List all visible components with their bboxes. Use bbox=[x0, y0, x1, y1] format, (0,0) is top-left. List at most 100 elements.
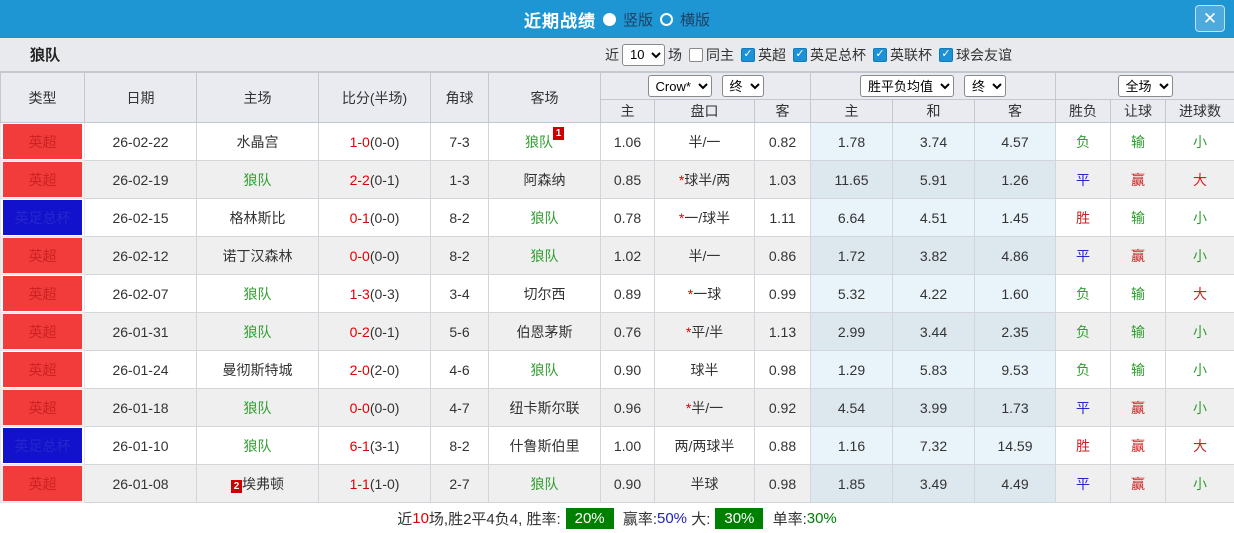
away-team-name: 切尔西 bbox=[524, 286, 566, 302]
away-team-cell: 伯恩茅斯 bbox=[489, 313, 601, 351]
goals-result-cell: 大 bbox=[1166, 427, 1234, 465]
halftime-score: (0-0) bbox=[370, 134, 400, 150]
handicap-line: 平/半 bbox=[691, 324, 723, 340]
avg-draw-odds-cell: 7.32 bbox=[893, 427, 975, 465]
checkbox-league-cup-label[interactable]: 英联杯 bbox=[890, 45, 932, 65]
result-cell: 负 bbox=[1056, 123, 1111, 161]
away-team-name: 阿森纳 bbox=[524, 172, 566, 188]
bookmaker-select[interactable]: Crow* bbox=[648, 75, 712, 97]
handicap-line: 球半/两 bbox=[684, 172, 730, 188]
recent-count-select[interactable]: 10 bbox=[622, 44, 665, 66]
score-cell: 0-0(0-0) bbox=[319, 389, 431, 427]
league-badge: 英超 bbox=[3, 390, 82, 425]
checkbox-friendly[interactable]: ✓ bbox=[939, 48, 953, 62]
radio-horizontal-view[interactable] bbox=[660, 13, 673, 26]
avg-draw-odds-cell: 5.91 bbox=[893, 161, 975, 199]
table-row: 英超 26-02-19 狼队 2-2(0-1) 1-3 阿森纳 0.85 *球半… bbox=[1, 161, 1234, 199]
handicap-result-cell: 赢 bbox=[1111, 389, 1166, 427]
checkbox-epl[interactable]: ✓ bbox=[741, 48, 755, 62]
corners-cell: 7-3 bbox=[431, 123, 489, 161]
subheader-result: 胜负 bbox=[1056, 100, 1111, 123]
league-type-cell: 英超 bbox=[1, 123, 85, 161]
subheader-handicap-home: 主 bbox=[601, 100, 655, 123]
league-badge: 英超 bbox=[3, 124, 82, 159]
avg-draw-odds-cell: 3.99 bbox=[893, 389, 975, 427]
checkbox-fa-cup-label[interactable]: 英足总杯 bbox=[810, 45, 866, 65]
table-row: 英足总杯 26-02-15 格林斯比 0-1(0-0) 8-2 狼队 0.78 … bbox=[1, 199, 1234, 237]
handicap-result-cell: 赢 bbox=[1111, 465, 1166, 503]
header-date: 日期 bbox=[85, 73, 197, 123]
avg-home-odds-cell: 1.72 bbox=[811, 237, 893, 275]
handicap-group-header: Crow* 终 bbox=[601, 73, 811, 100]
home-team-cell: 诺丁汉森林 bbox=[197, 237, 319, 275]
table-row: 英超 26-01-18 狼队 0-0(0-0) 4-7 纽卡斯尔联 0.96 *… bbox=[1, 389, 1234, 427]
header-corners: 角球 bbox=[431, 73, 489, 123]
away-odds-cell: 1.11 bbox=[755, 199, 811, 237]
result-cell: 负 bbox=[1056, 351, 1111, 389]
date-cell: 26-01-24 bbox=[85, 351, 197, 389]
league-badge: 英超 bbox=[3, 352, 82, 387]
handicap-result-cell: 输 bbox=[1111, 199, 1166, 237]
handicap-result-cell: 输 bbox=[1111, 351, 1166, 389]
close-button[interactable]: ✕ bbox=[1195, 5, 1225, 32]
checkbox-same-home[interactable]: ✓ bbox=[689, 48, 703, 62]
away-team-cell: 狼队 bbox=[489, 465, 601, 503]
radio-vertical-view[interactable] bbox=[603, 13, 616, 26]
handicap-time-select[interactable]: 终 bbox=[722, 75, 764, 97]
handicap-line: 半/一 bbox=[691, 400, 723, 416]
home-odds-cell: 0.78 bbox=[601, 199, 655, 237]
table-row: 英足总杯 26-01-10 狼队 6-1(3-1) 8-2 什鲁斯伯里 1.00… bbox=[1, 427, 1234, 465]
avg-home-odds-cell: 11.65 bbox=[811, 161, 893, 199]
home-team-name: 狼队 bbox=[244, 172, 272, 188]
checkbox-friendly-label[interactable]: 球会友谊 bbox=[956, 45, 1012, 65]
checkbox-epl-label[interactable]: 英超 bbox=[758, 45, 786, 65]
checkbox-same-home-label[interactable]: 同主 bbox=[706, 45, 734, 65]
result-cell: 平 bbox=[1056, 161, 1111, 199]
avg-draw-odds-cell: 4.22 bbox=[893, 275, 975, 313]
horizontal-view-label[interactable]: 横版 bbox=[680, 9, 710, 30]
date-cell: 26-02-12 bbox=[85, 237, 197, 275]
handicap-line: 半球 bbox=[691, 476, 719, 492]
away-team-name: 狼队 bbox=[531, 210, 559, 226]
fulltime-score: 2-2 bbox=[350, 172, 370, 188]
recent-prefix-label: 近 bbox=[605, 45, 619, 65]
avg-odds-select[interactable]: 胜平负均值 bbox=[860, 75, 954, 97]
corners-cell: 1-3 bbox=[431, 161, 489, 199]
away-team-name: 狼队 bbox=[531, 362, 559, 378]
check-icon: ✓ bbox=[743, 49, 752, 60]
league-type-cell: 英超 bbox=[1, 389, 85, 427]
home-team-cell: 2埃弗顿 bbox=[197, 465, 319, 503]
league-badge: 英足总杯 bbox=[3, 200, 82, 235]
subheader-handicap-result: 让球 bbox=[1111, 100, 1166, 123]
avg-away-odds-cell: 1.60 bbox=[975, 275, 1056, 313]
home-team-name: 狼队 bbox=[244, 438, 272, 454]
avg-draw-odds-cell: 3.74 bbox=[893, 123, 975, 161]
handicap-result-cell: 输 bbox=[1111, 123, 1166, 161]
score-cell: 0-1(0-0) bbox=[319, 199, 431, 237]
home-odds-cell: 0.90 bbox=[601, 351, 655, 389]
date-cell: 26-02-19 bbox=[85, 161, 197, 199]
result-cell: 平 bbox=[1056, 465, 1111, 503]
handicap-cell: 半球 bbox=[655, 465, 755, 503]
avg-time-select[interactable]: 终 bbox=[964, 75, 1006, 97]
result-cell: 负 bbox=[1056, 313, 1111, 351]
handicap-cell: *球半/两 bbox=[655, 161, 755, 199]
period-select[interactable]: 全场 bbox=[1118, 75, 1173, 97]
home-odds-cell: 1.02 bbox=[601, 237, 655, 275]
away-team-cell: 狼队 bbox=[489, 351, 601, 389]
checkbox-league-cup[interactable]: ✓ bbox=[873, 48, 887, 62]
away-team-cell: 纽卡斯尔联 bbox=[489, 389, 601, 427]
corners-cell: 8-2 bbox=[431, 237, 489, 275]
home-team-name: 埃弗顿 bbox=[242, 476, 284, 492]
handicap-cell: 球半 bbox=[655, 351, 755, 389]
checkbox-fa-cup[interactable]: ✓ bbox=[793, 48, 807, 62]
avg-draw-odds-cell: 3.44 bbox=[893, 313, 975, 351]
avg-away-odds-cell: 4.57 bbox=[975, 123, 1056, 161]
fulltime-score: 0-0 bbox=[350, 400, 370, 416]
avg-home-odds-cell: 6.64 bbox=[811, 199, 893, 237]
home-team-cell: 狼队 bbox=[197, 313, 319, 351]
handicap-cell: *平/半 bbox=[655, 313, 755, 351]
vertical-view-label[interactable]: 竖版 bbox=[623, 9, 653, 30]
over-rate-label: 大: bbox=[687, 508, 710, 529]
check-icon: ✓ bbox=[941, 49, 950, 60]
